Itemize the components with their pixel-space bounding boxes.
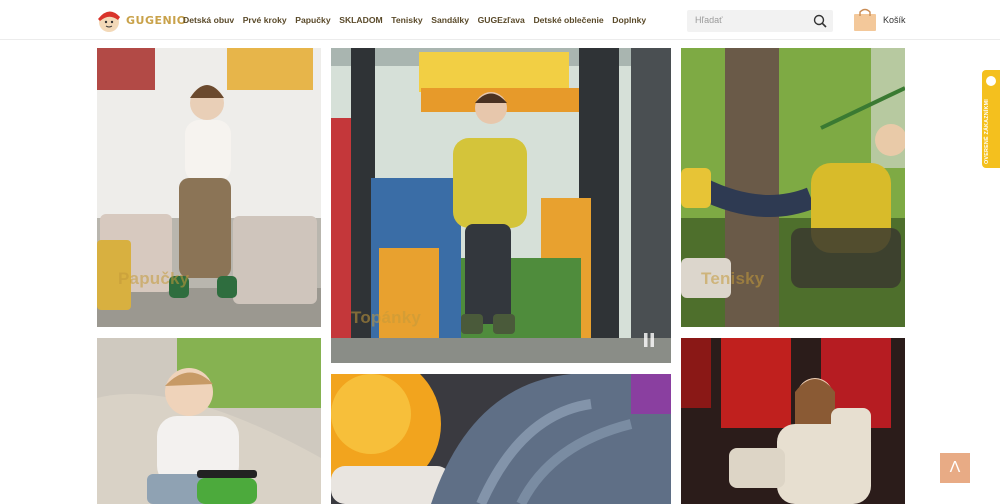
search-placeholder: Hľadať [695, 15, 723, 25]
category-tile-detske-oblecenie[interactable] [681, 338, 905, 504]
nav-item-doplnky[interactable]: Doplnky [612, 15, 646, 25]
cart-button[interactable]: Košík [853, 7, 906, 32]
doplnky-photo [331, 374, 671, 504]
tile-label-tenisky: Tenisky [701, 269, 765, 288]
category-tile-tenisky[interactable]: Tenisky [681, 48, 905, 327]
main-nav: Detská obuv Prvé kroky Papučky SKLADOM T… [183, 0, 655, 40]
site-header: GUGENIO Detská obuv Prvé kroky Papučky S… [0, 0, 1000, 40]
nav-item-tenisky[interactable]: Tenisky [391, 15, 422, 25]
check-icon [986, 76, 996, 86]
nav-item-detske-oblecenie[interactable]: Detské oblečenie [533, 15, 603, 25]
category-tile-papucky[interactable]: Papučky [97, 48, 321, 327]
search-icon[interactable] [813, 14, 827, 28]
logo-text: GUGENIO [126, 13, 187, 27]
nav-item-papucky[interactable]: Papučky [295, 15, 330, 25]
category-tile-prve-kroky[interactable] [97, 338, 321, 504]
pause-icon[interactable] [643, 333, 655, 347]
nav-item-skladom[interactable]: SKLADOM [339, 15, 382, 25]
shopping-bag-icon [854, 8, 876, 31]
tile-label-topanky: Topánky [351, 308, 422, 327]
verified-reviews-badge[interactable]: OVERENÉ ZÁKAZNÍKMI [982, 70, 1000, 168]
back-to-top-button[interactable]: Λ [940, 453, 970, 483]
tile-label-papucky: Papučky [118, 269, 190, 288]
verified-reviews-label: OVERENÉ ZÁKAZNÍKMI [984, 99, 990, 164]
search-input[interactable]: Hľadať [687, 10, 833, 32]
nav-item-sandalky[interactable]: Sandálky [431, 15, 469, 25]
logo[interactable]: GUGENIO [94, 5, 187, 35]
chevron-up-icon: Λ [949, 459, 961, 476]
detske-oblecenie-photo [681, 338, 905, 504]
prve-kroky-photo [97, 338, 321, 504]
category-tile-topanky[interactable]: Topánky [331, 48, 671, 363]
nav-item-gugezlava[interactable]: GUGEzľava [478, 15, 525, 25]
nav-item-prve-kroky[interactable]: Prvé kroky [243, 15, 287, 25]
category-tile-doplnky[interactable] [331, 374, 671, 504]
nav-item-detska-obuv[interactable]: Detská obuv [183, 15, 234, 25]
logo-mascot-icon [98, 11, 120, 32]
cart-label: Košík [883, 14, 906, 25]
